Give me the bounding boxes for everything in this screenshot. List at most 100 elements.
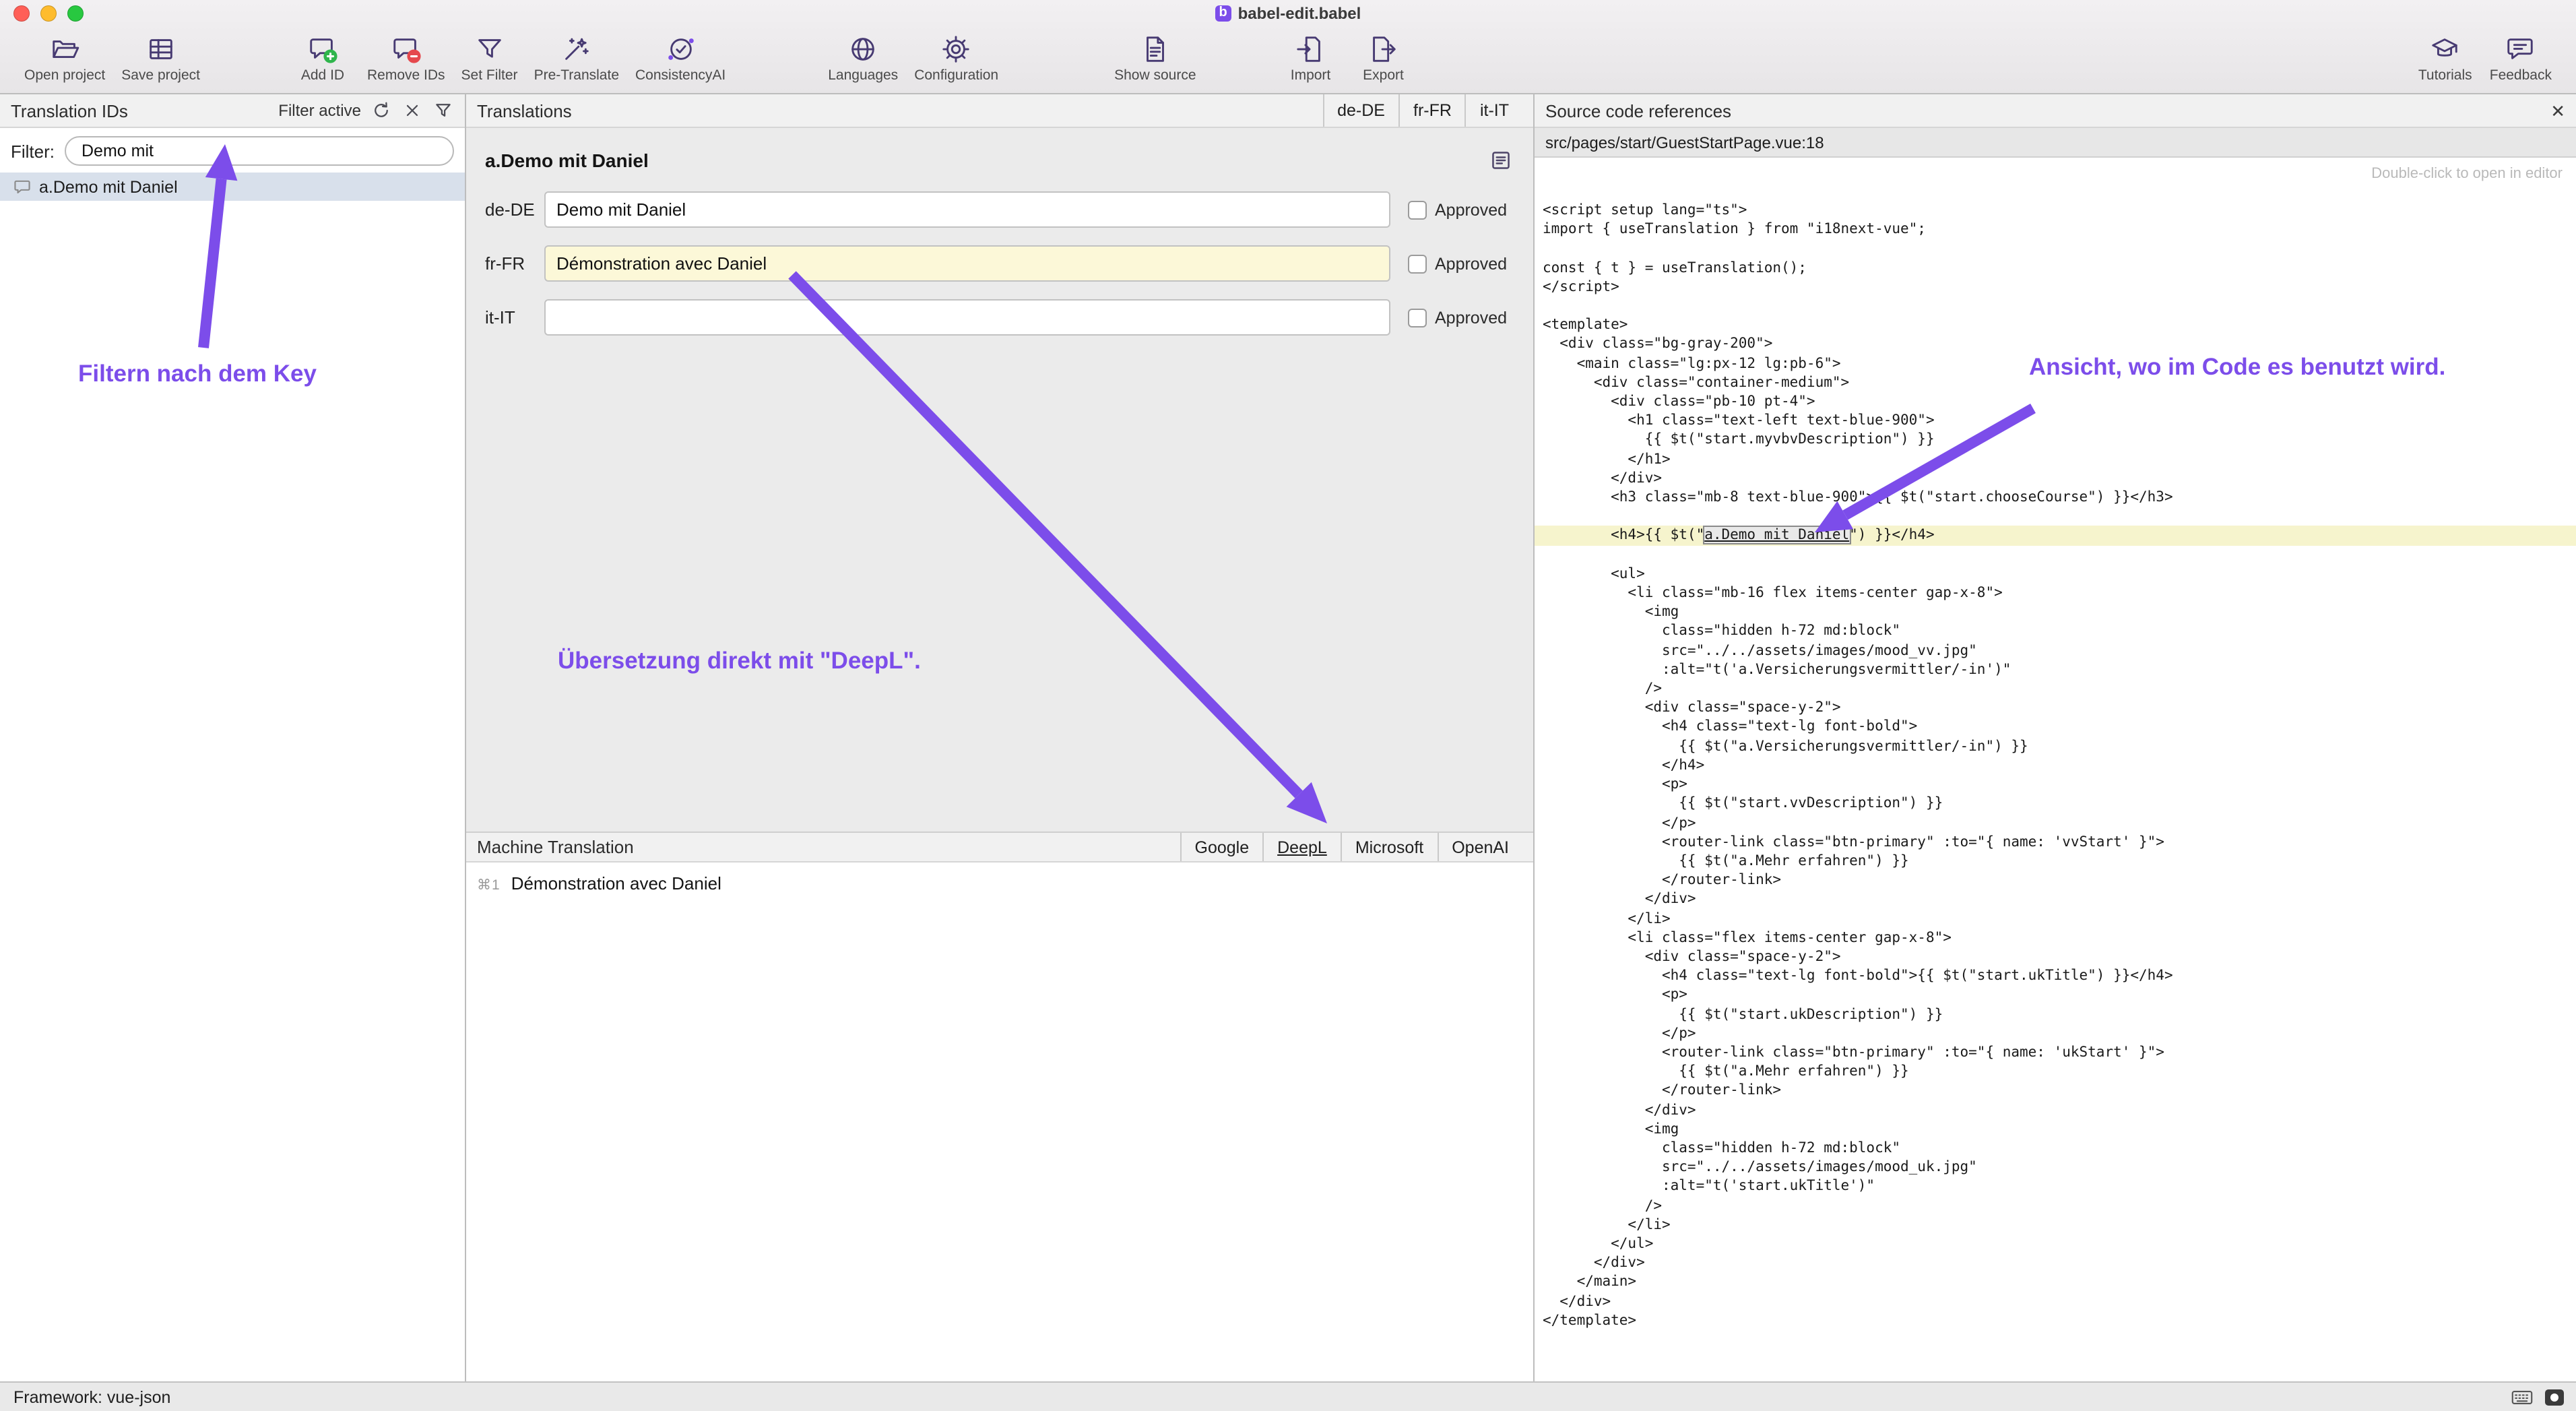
toolbar-label: Tutorials xyxy=(2418,67,2472,84)
keyboard-icon[interactable] xyxy=(2511,1387,2533,1406)
code-line: </h1> xyxy=(1535,449,2576,468)
funnel-icon xyxy=(474,31,505,66)
toolbar-pre-translate[interactable]: Pre-Translate xyxy=(526,31,627,84)
tab-fr-FR[interactable]: fr-FR xyxy=(1398,94,1465,127)
filter-input[interactable] xyxy=(64,136,454,166)
tab-openai[interactable]: OpenAI xyxy=(1437,833,1522,861)
toolbar-import[interactable]: Import xyxy=(1275,31,1347,84)
code-line: </ul> xyxy=(1535,1234,2576,1253)
approved-checkbox-fr[interactable] xyxy=(1408,254,1427,273)
window-chrome: b babel-edit.babel Open project Save pro… xyxy=(0,0,2576,94)
toolbar-consistency-ai[interactable]: ConsistencyAI xyxy=(627,31,734,84)
code-line: <img xyxy=(1535,603,2576,622)
code-line xyxy=(1535,545,2576,564)
code-line: <div class="space-y-2"> xyxy=(1535,699,2576,718)
code-line: <h4 class="text-lg font-bold">{{ $t("sta… xyxy=(1535,966,2576,985)
toolbar-export[interactable]: Export xyxy=(1347,31,1420,84)
main-area: Translation IDs Filter active Filter: a.… xyxy=(0,94,2576,1381)
code-line: <li class="flex items-center gap-x-8"> xyxy=(1535,928,2576,947)
code-line: </div> xyxy=(1535,469,2576,488)
feedback-icon xyxy=(2505,31,2536,66)
magic-wand-icon xyxy=(561,31,592,66)
toolbar-tutorials[interactable]: Tutorials xyxy=(2409,31,2482,84)
translation-ids-header: Translation IDs Filter active xyxy=(0,94,465,128)
comment-note-icon[interactable] xyxy=(1487,147,1514,174)
code-line: </script> xyxy=(1535,278,2576,296)
code-line: /> xyxy=(1535,1196,2576,1215)
code-line: {{ $t("a.Mehr erfahren") }} xyxy=(1535,852,2576,871)
entry-title-row: a.Demo mit Daniel xyxy=(485,147,1514,174)
toolbar-label: Feedback xyxy=(2490,67,2552,84)
approved-label: Approved xyxy=(1435,254,1507,273)
toolbar-languages[interactable]: Languages xyxy=(820,31,906,84)
tab-de-DE[interactable]: de-DE xyxy=(1322,94,1398,127)
toolbar-label: Remove IDs xyxy=(367,67,445,84)
toolbar-label: Import xyxy=(1291,67,1331,84)
titlebar: b babel-edit.babel xyxy=(0,0,2576,27)
globe-icon xyxy=(847,31,878,66)
translation-id-row[interactable]: a.Demo mit Daniel xyxy=(0,173,465,201)
tab-deepl[interactable]: DeepL xyxy=(1262,833,1341,861)
app-logo-icon: b xyxy=(1215,5,1231,22)
approved-checkbox-de[interactable] xyxy=(1408,200,1427,219)
toolbar-remove-ids[interactable]: Remove IDs xyxy=(359,31,453,84)
panel-title: Translation IDs xyxy=(11,100,128,121)
toolbar-label: Show source xyxy=(1114,67,1196,84)
toolbar-save-project[interactable]: Save project xyxy=(113,31,208,84)
toolbar-configuration[interactable]: Configuration xyxy=(906,31,1006,84)
machine-translation-text: Démonstration avec Daniel xyxy=(511,873,721,893)
tab-it-IT[interactable]: it-IT xyxy=(1465,94,1522,127)
code-line: </li> xyxy=(1535,1216,2576,1234)
code-line: </p> xyxy=(1535,1024,2576,1042)
translation-row-de: de-DE Approved xyxy=(485,191,1514,228)
code-line: {{ $t("a.Mehr erfahren") }} xyxy=(1535,1062,2576,1081)
tab-google[interactable]: Google xyxy=(1180,833,1263,861)
code-line: </div> xyxy=(1535,1100,2576,1119)
machine-translation-result[interactable]: ⌘1 Démonstration avec Daniel xyxy=(477,873,1522,893)
add-id-icon xyxy=(307,31,338,66)
translation-input-fr[interactable] xyxy=(544,245,1390,282)
code-line: </main> xyxy=(1535,1273,2576,1292)
toolbar-label: Set Filter xyxy=(461,67,518,84)
code-line: </router-link> xyxy=(1535,871,2576,889)
code-line: <div class="bg-gray-200"> xyxy=(1535,335,2576,354)
framework-label: Framework: vue-json xyxy=(13,1387,170,1406)
code-line: <p> xyxy=(1535,986,2576,1005)
highlighted-translation-key[interactable]: a.Demo mit Daniel xyxy=(1704,528,1849,544)
toolbar-add-id[interactable]: Add ID xyxy=(286,31,359,84)
panel-title: Translations xyxy=(477,100,572,121)
code-line: <ul> xyxy=(1535,565,2576,584)
tab-microsoft[interactable]: Microsoft xyxy=(1341,833,1437,861)
translation-input-de[interactable] xyxy=(544,191,1390,228)
translation-row-it: it-IT Approved xyxy=(485,299,1514,336)
code-line: </template> xyxy=(1535,1311,2576,1330)
code-line: <div class="container-medium"> xyxy=(1535,373,2576,392)
toolbar-open-project[interactable]: Open project xyxy=(16,31,113,84)
source-document-icon xyxy=(1140,31,1171,66)
code-line: </div> xyxy=(1535,1253,2576,1272)
close-panel-icon[interactable]: ✕ xyxy=(2550,102,2565,119)
code-line: <img xyxy=(1535,1120,2576,1139)
approved-checkbox-it[interactable] xyxy=(1408,308,1427,327)
code-line: /> xyxy=(1535,679,2576,698)
code-lines: <script setup lang="ts">import { useTran… xyxy=(1535,190,2576,1381)
toolbar-set-filter[interactable]: Set Filter xyxy=(453,31,526,84)
consistency-check-icon xyxy=(665,31,696,66)
clear-filter-icon[interactable] xyxy=(401,100,423,121)
source-file-tab[interactable]: src/pages/start/GuestStartPage.vue:18 xyxy=(1535,128,2576,158)
filter-settings-icon[interactable] xyxy=(432,100,454,121)
code-line: <router-link class="btn-primary" :to="{ … xyxy=(1535,832,2576,851)
translation-input-it[interactable] xyxy=(544,299,1390,336)
shortcut-badge: ⌘1 xyxy=(477,877,501,893)
babeledit-window: b babel-edit.babel Open project Save pro… xyxy=(0,0,2576,1411)
code-line: <h3 class="mb-8 text-blue-900">{{ $t("st… xyxy=(1535,488,2576,507)
toolbar-label: ConsistencyAI xyxy=(635,67,726,84)
code-line: </li> xyxy=(1535,909,2576,928)
code-line: const { t } = useTranslation(); xyxy=(1535,258,2576,277)
toolbar-show-source[interactable]: Show source xyxy=(1106,31,1204,84)
target-icon[interactable] xyxy=(2544,1387,2565,1406)
open-in-editor-hint: Double-click to open in editor xyxy=(2371,166,2563,182)
machine-translation-body: ⌘1 Démonstration avec Daniel xyxy=(466,863,1533,1381)
toolbar-feedback[interactable]: Feedback xyxy=(2482,31,2560,84)
refresh-filter-icon[interactable] xyxy=(371,100,392,121)
